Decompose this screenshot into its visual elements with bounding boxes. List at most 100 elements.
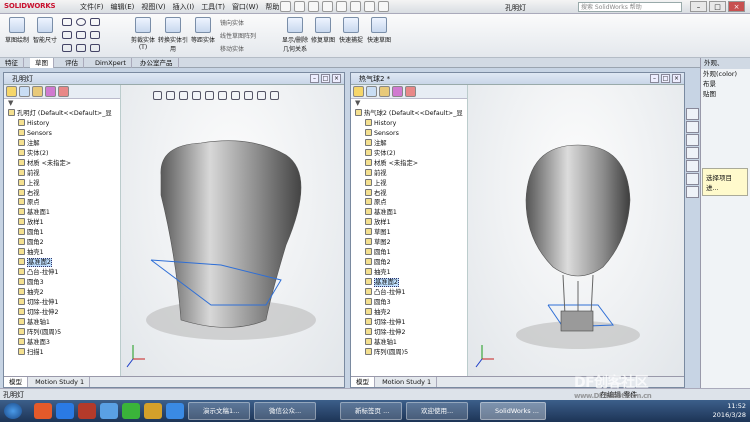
view-palette-icon[interactable]: [686, 160, 699, 172]
tree-item[interactable]: 原点: [351, 198, 467, 208]
close-icon[interactable]: ×: [672, 74, 681, 83]
tree-item[interactable]: 右视: [4, 188, 120, 199]
search-icon[interactable]: [686, 147, 699, 159]
tab-sketch[interactable]: 草图: [30, 58, 54, 68]
view-orientation-icon[interactable]: [205, 91, 214, 100]
restore-icon[interactable]: □: [661, 74, 670, 83]
help-search-input[interactable]: 搜索 SolidWorks 帮助: [578, 2, 682, 12]
tree-item[interactable]: 圆角2: [351, 258, 467, 268]
tree-item[interactable]: 前视: [351, 168, 467, 179]
tree-item[interactable]: 切除-拉伸2: [351, 327, 467, 338]
tree-item[interactable]: 草图2: [351, 238, 467, 248]
tree-item[interactable]: 基准面2: [351, 277, 467, 288]
chrome-icon[interactable]: [78, 403, 96, 419]
system-clock[interactable]: 11:52 2016/3/28: [713, 402, 746, 420]
minimize-icon[interactable]: –: [310, 74, 319, 83]
tree-item[interactable]: 切除-拉伸1: [351, 317, 467, 328]
arc-icon[interactable]: [76, 31, 86, 39]
linear-pattern[interactable]: 线性草图阵列: [220, 31, 256, 40]
minimize-button[interactable]: –: [690, 1, 707, 12]
offset-button[interactable]: 等距实体: [188, 17, 218, 44]
tree-item[interactable]: 材质 <未指定>: [351, 158, 467, 169]
custom-properties-icon[interactable]: [686, 186, 699, 198]
tree-item[interactable]: 圆角1: [351, 248, 467, 258]
tree-item[interactable]: 切除-拉伸2: [4, 307, 120, 318]
menu-insert[interactable]: 插入(I): [173, 2, 195, 12]
tree-item[interactable]: 实体(2): [351, 148, 467, 159]
sketch-button[interactable]: 草图绘制: [2, 17, 32, 44]
lantern-body[interactable]: [160, 140, 302, 328]
text-icon[interactable]: [90, 44, 100, 52]
rebuild-icon[interactable]: [364, 1, 375, 12]
wechat-icon[interactable]: [122, 403, 140, 419]
section-view-icon[interactable]: [192, 91, 201, 100]
select-icon[interactable]: [350, 1, 361, 12]
smart-dimension-button[interactable]: 智能尺寸: [30, 17, 60, 44]
filter-icon[interactable]: ▼: [351, 99, 467, 109]
scene-icon[interactable]: [257, 91, 266, 100]
tree-item[interactable]: 凸台-拉伸1: [4, 268, 120, 278]
undo-icon[interactable]: [336, 1, 347, 12]
tree-item[interactable]: 基准面1: [351, 208, 467, 218]
tree-item[interactable]: 基准轴1: [351, 337, 467, 348]
resources-icon[interactable]: [686, 108, 699, 120]
tree-item[interactable]: 圆角3: [351, 297, 467, 308]
tree-item[interactable]: 注解: [4, 138, 120, 149]
tree-item[interactable]: 圆角3: [4, 277, 120, 288]
move-entities[interactable]: 移动实体: [220, 44, 244, 53]
tree-item[interactable]: 抽壳2: [351, 307, 467, 318]
taskbar-ppt[interactable]: 演示文稿1...: [188, 402, 250, 420]
tree-item[interactable]: 前视: [4, 168, 120, 179]
graphics-area[interactable]: ···: [121, 85, 344, 376]
document-window-balloon[interactable]: 热气球2 * – □ × ▼ 热气球2 (Default<<Default>_显…: [350, 72, 685, 388]
app-icon[interactable]: [166, 403, 184, 419]
rapid-sketch-button[interactable]: 快速草图: [364, 17, 394, 44]
ie-browser-icon[interactable]: [56, 403, 74, 419]
save-icon[interactable]: [308, 1, 319, 12]
close-button[interactable]: ×: [728, 1, 745, 12]
tab-model[interactable]: 模型: [4, 377, 28, 387]
tree-item[interactable]: 材质 <未指定>: [4, 158, 120, 169]
line-icon[interactable]: [62, 18, 72, 26]
display-style-icon[interactable]: [218, 91, 227, 100]
close-icon[interactable]: ×: [332, 74, 341, 83]
tree-item[interactable]: 抽壳1: [351, 268, 467, 278]
tree-item[interactable]: 阵列(圆周)5: [351, 347, 467, 358]
tree-item[interactable]: 放样1: [4, 218, 120, 228]
trim-button[interactable]: 剪裁实体(T): [128, 17, 158, 51]
tab-motion-study[interactable]: Motion Study 1: [377, 377, 438, 387]
rapid-snaps-button[interactable]: 快速捕捉: [336, 17, 366, 44]
tab-office[interactable]: 办公室产品: [135, 58, 179, 68]
tree-item[interactable]: History: [351, 118, 467, 129]
tree-item[interactable]: 凸台-拉伸1: [351, 287, 467, 298]
tree-item[interactable]: 热气球2 (Default<<Default>_显: [351, 109, 467, 119]
tree-item[interactable]: 草图1: [351, 228, 467, 238]
tree-item-scene[interactable]: 布景: [701, 79, 750, 89]
feature-manager-icon[interactable]: [353, 86, 364, 97]
zoom-fit-icon[interactable]: [153, 91, 162, 100]
property-manager-icon[interactable]: [19, 86, 30, 97]
tree-item[interactable]: 基准面2: [4, 258, 120, 268]
tree-item[interactable]: 抽壳1: [4, 248, 120, 258]
tree-item[interactable]: 右视: [351, 188, 467, 199]
dimxpert-manager-icon[interactable]: [45, 86, 56, 97]
display-manager-icon[interactable]: [405, 86, 416, 97]
zoom-area-icon[interactable]: [166, 91, 175, 100]
tree-item[interactable]: 基准面1: [4, 208, 120, 218]
taskbar-solidworks[interactable]: SolidWorks ...: [480, 402, 546, 420]
tree-item[interactable]: 阵列(圆周)5: [4, 327, 120, 338]
tab-motion-study[interactable]: Motion Study 1: [30, 377, 91, 387]
basket[interactable]: [560, 310, 594, 332]
design-library-icon[interactable]: [686, 121, 699, 133]
tree-item[interactable]: 实体(2): [4, 148, 120, 159]
previous-view-icon[interactable]: [179, 91, 188, 100]
tree-item[interactable]: 上视: [351, 178, 467, 189]
configuration-manager-icon[interactable]: [379, 86, 390, 97]
open-icon[interactable]: [294, 1, 305, 12]
feature-manager-icon[interactable]: [6, 86, 17, 97]
graphics-area[interactable]: [468, 85, 684, 376]
tree-item[interactable]: 原点: [4, 198, 120, 208]
start-button-icon[interactable]: [4, 403, 22, 419]
print-icon[interactable]: [322, 1, 333, 12]
tree-item[interactable]: 扫描1: [4, 347, 120, 358]
